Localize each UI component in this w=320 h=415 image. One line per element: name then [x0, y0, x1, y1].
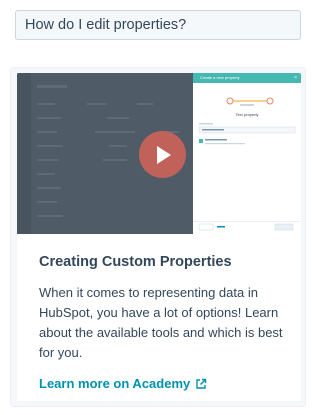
video-panel-header: Create a new property × — [193, 73, 301, 83]
video-side-panel: Create a new property × Text property — [193, 73, 301, 234]
help-card-content: Create a new property × Text property Cr… — [17, 73, 301, 401]
academy-link[interactable]: Learn more on Academy — [39, 376, 207, 391]
video-thumbnail[interactable]: Create a new property × Text property — [17, 73, 301, 234]
card-title: Creating Custom Properties — [39, 254, 232, 270]
video-panel-title: Create a new property — [200, 75, 240, 80]
video-panel-body: Text property — [193, 97, 301, 231]
help-card: Create a new property × Text property Cr… — [10, 67, 306, 407]
video-panel-close-icon: × — [294, 75, 297, 81]
card-description: When it comes to representing data in Hu… — [39, 285, 283, 360]
external-link-icon — [195, 378, 207, 390]
question-box: How do I edit properties? — [15, 10, 301, 40]
play-icon — [156, 145, 171, 164]
video-panel-heading: Text property — [235, 112, 258, 117]
question-text: How do I edit properties? — [25, 17, 187, 33]
play-button[interactable] — [139, 131, 186, 178]
academy-link-label: Learn more on Academy — [39, 376, 191, 391]
